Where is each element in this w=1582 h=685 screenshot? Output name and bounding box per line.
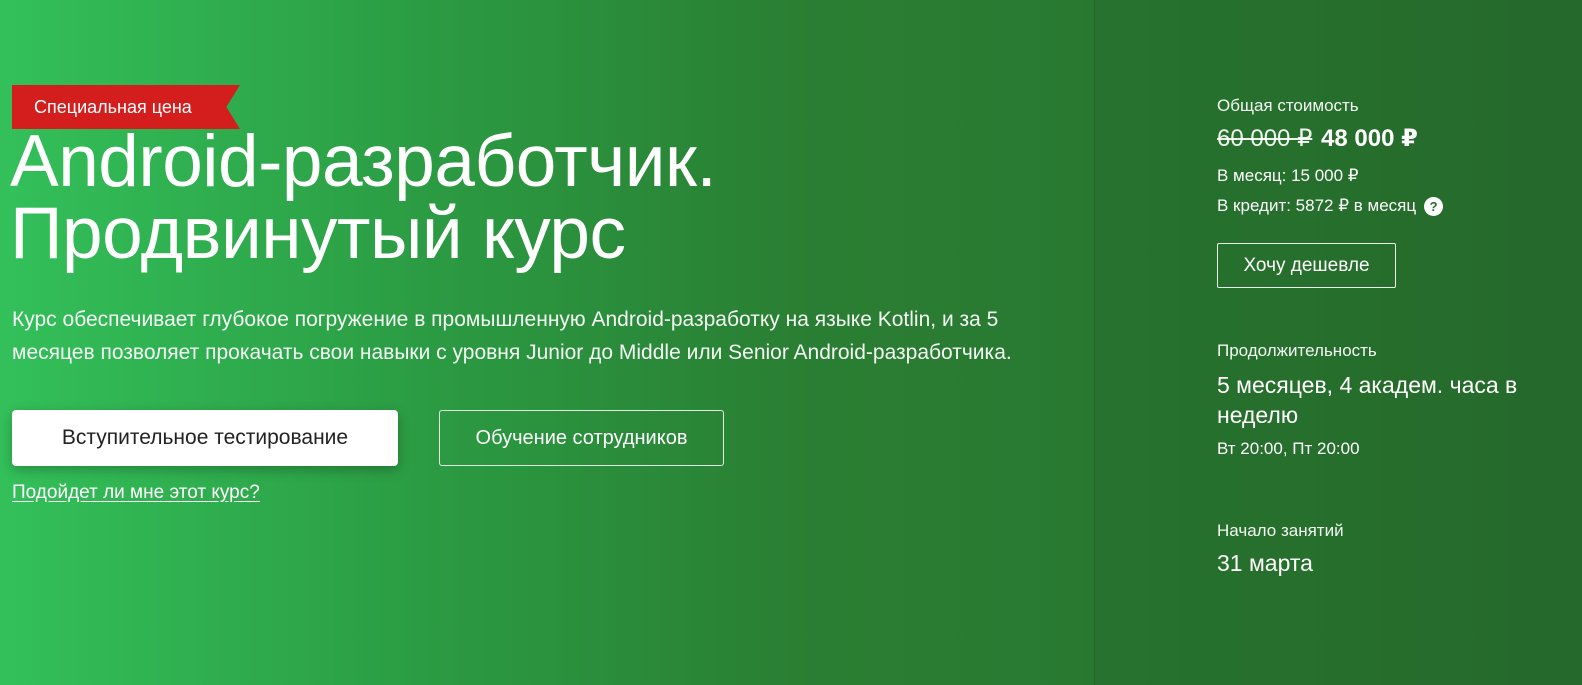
course-title-line-1: Android-разработчик. (10, 121, 717, 202)
duration-value: 5 месяцев, 4 академ. часа в неделю (1217, 372, 1518, 428)
entrance-test-button[interactable]: Вступительное тестирование (12, 410, 398, 466)
credit-row: В кредит: 5872 ₽ в месяц ? (1217, 196, 1444, 216)
corporate-training-button[interactable]: Обучение сотрудников (439, 410, 724, 466)
start-date-label: Начало занятий (1217, 521, 1344, 540)
duration-label: Продолжительность (1217, 341, 1377, 360)
credit-price: В кредит: 5872 ₽ в месяц (1217, 196, 1417, 215)
course-hero: Специальная цена Android-разработчик. Пр… (0, 0, 1582, 685)
class-schedule: Вт 20:00, Пт 20:00 (1217, 439, 1360, 458)
course-title-line-2: Продвинутый курс (10, 193, 626, 274)
price-row: 60 000 ₽ 48 000 ₽ (1217, 124, 1418, 153)
course-fit-link[interactable]: Подойдет ли мне этот курс? (12, 482, 260, 504)
want-cheaper-button[interactable]: Хочу дешевле (1217, 243, 1396, 288)
question-circle-icon[interactable]: ? (1424, 196, 1444, 216)
new-price: 48 000 ₽ (1321, 125, 1418, 152)
special-price-badge-label: Специальная цена (34, 96, 192, 117)
course-title: Android-разработчик. Продвинутый курс (10, 125, 717, 270)
course-description: Курс обеспечивает глубокое погружение в … (12, 308, 1012, 364)
monthly-price: В месяц: 15 000 ₽ (1217, 166, 1359, 185)
old-price: 60 000 ₽ (1217, 125, 1313, 152)
start-date-value: 31 марта (1217, 550, 1313, 576)
total-cost-label: Общая стоимость (1217, 96, 1359, 115)
